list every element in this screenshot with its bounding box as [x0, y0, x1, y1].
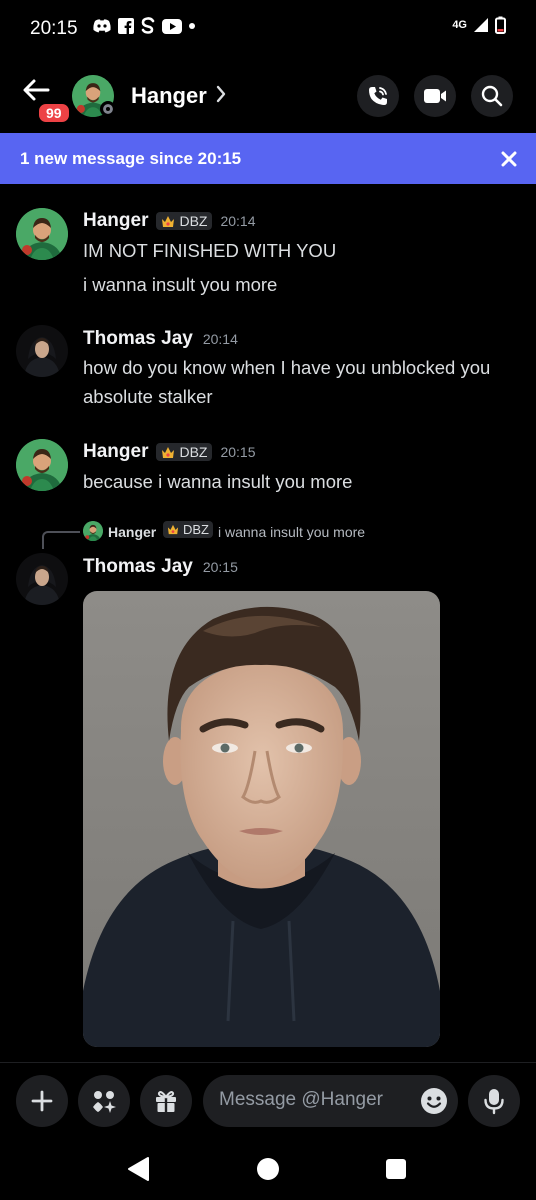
reply-guild-tag: DBZ	[163, 521, 213, 538]
image-attachment[interactable]	[83, 591, 440, 1047]
tag-label: DBZ	[183, 522, 209, 537]
plus-icon	[31, 1090, 53, 1112]
message-text: because i wanna insult you more	[83, 471, 353, 492]
message-input[interactable]	[219, 1089, 399, 1111]
reply-preview[interactable]: i wanna insult you more	[218, 524, 365, 540]
facebook-icon	[118, 18, 134, 34]
timestamp: 20:14	[220, 213, 256, 229]
back-arrow-icon[interactable]	[22, 78, 50, 102]
avatar[interactable]	[16, 439, 68, 491]
voice-message-button[interactable]	[468, 1075, 520, 1127]
battery-icon	[495, 16, 506, 34]
discord-icon	[93, 19, 111, 33]
emoji-icon[interactable]	[420, 1087, 448, 1115]
add-attachment-button[interactable]	[16, 1075, 68, 1127]
username[interactable]: Hanger	[83, 210, 148, 232]
voice-call-button[interactable]	[357, 75, 399, 117]
microphone-icon	[484, 1089, 504, 1115]
close-icon[interactable]	[500, 150, 518, 168]
apps-icon	[93, 1091, 116, 1113]
nav-recents-button[interactable]	[386, 1159, 406, 1179]
crown-icon	[167, 524, 179, 535]
message-header: Thomas Jay 20:14	[83, 328, 238, 350]
tag-label: DBZ	[179, 213, 208, 229]
search-button[interactable]	[471, 75, 513, 117]
username[interactable]: Hanger	[83, 441, 148, 463]
guild-tag[interactable]: DBZ	[156, 212, 213, 230]
tag-label: DBZ	[179, 444, 208, 460]
apps-button[interactable]	[78, 1075, 130, 1127]
reply-username[interactable]: Hanger	[108, 524, 156, 540]
gift-icon	[156, 1091, 176, 1112]
nav-back-icon[interactable]	[126, 1156, 150, 1182]
nav-home-button[interactable]	[257, 1158, 279, 1180]
timestamp: 20:15	[220, 444, 256, 460]
timestamp: 20:14	[202, 331, 238, 347]
video-call-button[interactable]	[414, 75, 456, 117]
voice-call-icon	[369, 87, 387, 105]
system-status: 4G	[452, 16, 506, 34]
chevron-right-icon[interactable]	[215, 84, 227, 104]
message-field[interactable]	[203, 1075, 458, 1127]
gift-button[interactable]	[140, 1075, 192, 1127]
dot-icon	[189, 23, 195, 29]
message-text: IM NOT FINISHED WITH YOU	[83, 240, 337, 261]
message-header: Hanger DBZ 20:14	[83, 210, 256, 232]
username[interactable]: Thomas Jay	[83, 556, 193, 578]
reply-connector	[42, 531, 80, 549]
banner-text: 1 new message since 20:15	[20, 149, 242, 168]
timestamp: 20:15	[202, 559, 238, 575]
guild-tag[interactable]: DBZ	[156, 443, 213, 461]
crown-icon	[162, 446, 175, 458]
avatar[interactable]	[16, 208, 68, 260]
message-header: Thomas Jay 20:15	[83, 556, 238, 578]
network-label: 4G	[452, 18, 467, 31]
signal-icon	[474, 18, 488, 32]
avatar[interactable]	[16, 553, 68, 605]
search-icon	[481, 85, 503, 107]
message-text: i wanna insult you more	[83, 274, 278, 295]
channel-title[interactable]: Hanger	[131, 83, 207, 109]
divider	[0, 1062, 536, 1063]
message-text: how do you know when I have you unblocke…	[83, 357, 491, 407]
status-time: 20:15	[30, 18, 78, 39]
skype-icon	[141, 17, 155, 34]
message-header: Hanger DBZ 20:15	[83, 441, 256, 463]
username[interactable]: Thomas Jay	[83, 328, 193, 350]
unread-badge: 99	[36, 101, 72, 125]
notification-icons	[92, 17, 196, 35]
offline-status-dot	[100, 101, 116, 117]
avatar[interactable]	[16, 325, 68, 377]
crown-icon	[162, 215, 175, 227]
reply-avatar	[83, 521, 103, 541]
youtube-icon	[162, 18, 182, 34]
video-call-icon	[424, 89, 446, 103]
